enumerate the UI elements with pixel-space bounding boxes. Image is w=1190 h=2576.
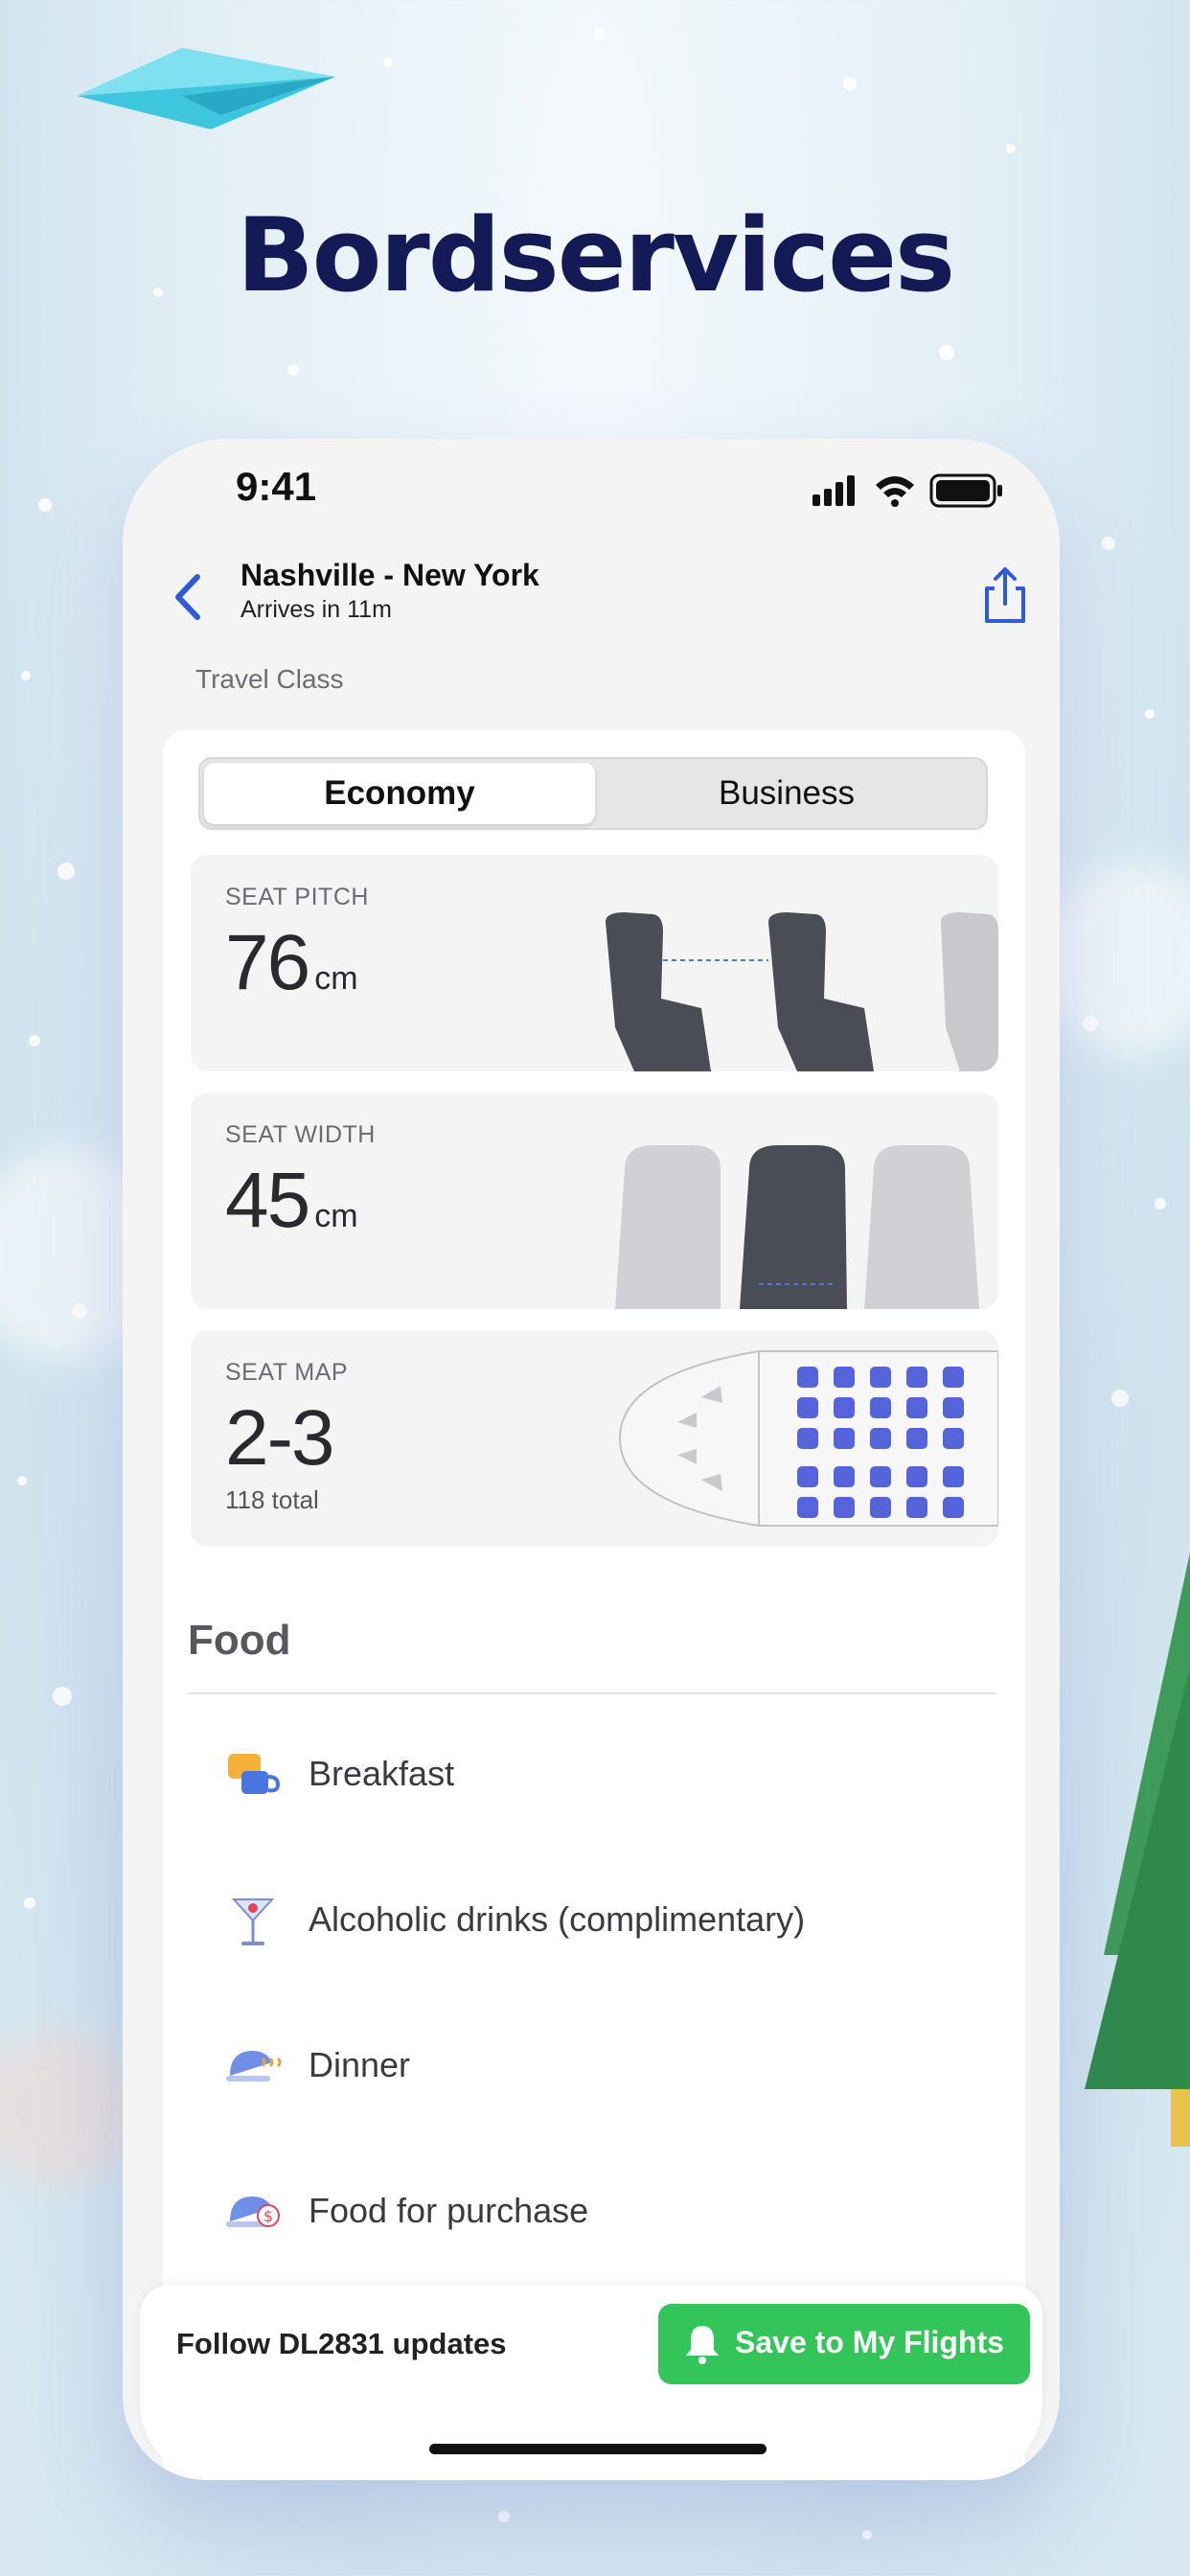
seat-icon (797, 1428, 818, 1449)
paper-plane-icon (77, 48, 335, 129)
nav-bar: Nashville - New York Arrives in 11m (123, 544, 1060, 650)
food-item-dinner: Dinner (224, 2028, 991, 2104)
cocktail-icon (231, 1898, 275, 1945)
seat-icon (943, 1497, 964, 1518)
seat-map-label: SEAT MAP (225, 1359, 349, 1386)
food-item-label: Breakfast (309, 1754, 455, 1793)
food-section-title: Food (188, 1617, 291, 1664)
battery-icon (929, 473, 1002, 508)
seat-width-value: 45 cm (225, 1157, 358, 1244)
share-icon[interactable] (979, 562, 1031, 629)
seat-icon (870, 1367, 891, 1388)
seat-icon (834, 1466, 855, 1487)
seat-width-unit: cm (314, 1198, 358, 1234)
food-item-alcoholic-drinks: Alcoholic drinks (complimentary) (224, 1882, 991, 1959)
seat-map-card: SEAT MAP 2-3 118 total (191, 1330, 998, 1547)
arrival-subtitle: Arrives in 11m (240, 596, 392, 623)
signal-icon (812, 475, 855, 506)
seat-pitch-value: 76 cm (225, 919, 358, 1006)
bottom-action-bar: Follow DL2831 updates Save to My Flights (140, 2285, 1042, 2480)
food-item-label: Dinner (309, 2045, 411, 2084)
christmas-tree-decoration (1085, 1552, 1190, 2147)
seat-pitch-label: SEAT PITCH (225, 884, 369, 910)
food-item-breakfast: Breakfast (224, 1736, 991, 1813)
seat-icon (906, 1497, 927, 1518)
seat-pitch-unit: cm (314, 960, 358, 997)
food-purchase-icon: $ (226, 2196, 280, 2227)
seat-icon (797, 1367, 818, 1388)
seat-icon (943, 1428, 964, 1449)
status-time: 9:41 (236, 464, 317, 509)
seat-width-illustration (615, 1145, 979, 1309)
seat-icon (906, 1367, 927, 1388)
seat-icon (797, 1466, 818, 1487)
marketing-headline: Bordservices (236, 196, 955, 314)
seat-width-label: SEAT WIDTH (225, 1121, 376, 1148)
travel-class-card: Economy Business SEAT PITCH 76 cm SEAT WI… (163, 730, 1025, 2480)
seat-icon (906, 1397, 927, 1418)
seat-icon (797, 1397, 818, 1418)
seat-icon (870, 1428, 891, 1449)
back-chevron-icon[interactable] (161, 564, 218, 631)
dinner-icon (226, 2051, 282, 2082)
tab-business[interactable]: Business (591, 763, 982, 824)
phone-frame: 9:41 Nashville - New York Arrives in 11m (123, 439, 1060, 2480)
seat-icon (906, 1428, 927, 1449)
seat-icon (870, 1466, 891, 1487)
seat-icon (834, 1397, 855, 1418)
save-to-my-flights-button[interactable]: Save to My Flights (658, 2304, 1030, 2384)
seat-icon (870, 1397, 891, 1418)
seat-icon (834, 1428, 855, 1449)
seat-map-total: 118 total (225, 1485, 319, 1514)
save-button-label: Save to My Flights (735, 2325, 1004, 2359)
home-indicator (429, 2444, 767, 2454)
follow-flight-text: Follow DL2831 updates (176, 2327, 507, 2360)
seat-icon (834, 1497, 855, 1518)
seat-icon (943, 1367, 964, 1388)
tab-economy[interactable]: Economy (204, 763, 595, 824)
bell-icon (686, 2326, 719, 2364)
breakfast-icon (228, 1754, 281, 1794)
wifi-icon (876, 476, 914, 507)
class-segmented-control: Economy Business (198, 757, 988, 830)
seat-map-value: 2-3 (225, 1394, 335, 1482)
food-item-food-for-purchase: $ Food for purchase (224, 2174, 991, 2250)
seat-pitch-illustration (606, 912, 998, 1071)
svg-text:$: $ (263, 2207, 273, 2225)
seat-width-card: SEAT WIDTH 45 cm (191, 1092, 998, 1309)
seat-icon (906, 1466, 927, 1487)
seat-icon (943, 1397, 964, 1418)
status-icons (812, 473, 1002, 508)
travel-class-label: Travel Class (195, 664, 344, 694)
seat-icon (834, 1367, 855, 1388)
food-item-label: Alcoholic drinks (complimentary) (309, 1899, 806, 1939)
food-divider (188, 1692, 996, 1694)
food-item-label: Food for purchase (309, 2191, 589, 2230)
seat-icon (797, 1497, 818, 1518)
seat-icon (943, 1466, 964, 1487)
seat-map-illustration (618, 1350, 998, 1527)
route-title: Nashville - New York (240, 558, 539, 592)
seat-icon (870, 1497, 891, 1518)
seat-pitch-card: SEAT PITCH 76 cm (191, 855, 998, 1071)
